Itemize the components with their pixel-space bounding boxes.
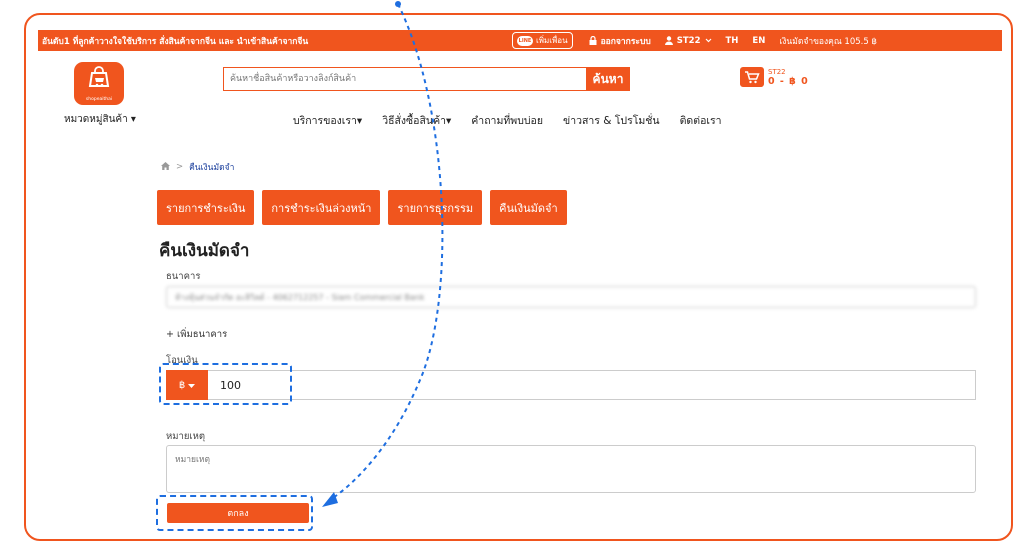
note-label: หมายเหตุ: [166, 431, 206, 442]
add-bank-link[interactable]: + เพิ่มธนาคาร: [166, 327, 227, 342]
app-frame: อันดับ1 ที่ลูกค้าวางใจใช้บริการ สั่งสินค…: [24, 13, 1013, 541]
cart-summary: ST22 0 - ฿ 0: [768, 67, 809, 87]
logo-text: shopeaithai: [85, 96, 113, 102]
logout-link[interactable]: ออกจากระบบ: [589, 34, 651, 48]
shopping-cart-icon: [740, 67, 764, 87]
user-icon: [664, 36, 673, 45]
search-button[interactable]: ค้นหา: [586, 67, 630, 91]
category-menu[interactable]: หมวดหมู่สินค้า ▾: [64, 112, 136, 127]
site-logo[interactable]: shopeaithai: [74, 62, 124, 105]
search-bar: ค้นหา: [223, 67, 630, 91]
lang-en[interactable]: EN: [752, 36, 765, 46]
tab-transactions[interactable]: รายการธุรกรรม: [388, 190, 483, 225]
tab-deposit-refund[interactable]: คืนเงินมัดจำ: [490, 190, 567, 225]
user-name: ST22: [676, 35, 701, 46]
nav-our-services[interactable]: บริการของเรา▾: [293, 112, 362, 129]
breadcrumb: > คืนเงินมัดจำ: [161, 160, 234, 174]
search-input[interactable]: [223, 67, 586, 91]
breadcrumb-separator: >: [176, 162, 184, 172]
lock-icon: [589, 36, 597, 45]
bank-select[interactable]: ห้างหุ้นส่วนจำกัด อะลิวิลด์ - 4062712257…: [166, 286, 976, 308]
shopping-bag-cart-icon: [84, 65, 114, 96]
page-title: คืนเงินมัดจำ: [159, 241, 250, 261]
lang-th[interactable]: TH: [726, 36, 739, 46]
amount-highlight-box: [159, 363, 292, 405]
tab-payments[interactable]: รายการชำระเงิน: [157, 190, 255, 225]
amount-input[interactable]: [208, 370, 976, 400]
line-icon: LINE: [517, 35, 533, 46]
top-bar-right: LINE เพิ่มเพื่อน ออกจากระบบ ST22 TH EN เ…: [512, 30, 891, 51]
nav-contact[interactable]: ติดต่อเรา: [680, 112, 722, 129]
logout-label: ออกจากระบบ: [600, 36, 651, 47]
nav-news-promotions[interactable]: ข่าวสาร & โปรโมชั่น: [563, 112, 660, 129]
home-icon[interactable]: [161, 161, 170, 173]
bank-select-value: ห้างหุ้นส่วนจำกัด อะลิวิลด์ - 4062712257…: [175, 292, 425, 302]
note-textarea[interactable]: [166, 445, 976, 493]
promo-text: อันดับ1 ที่ลูกค้าวางใจใช้บริการ สั่งสินค…: [42, 36, 309, 47]
main-nav: บริการของเรา▾ วิธีสั่งซื้อสินค้า▾ คำถามท…: [293, 112, 722, 129]
finance-tabs: รายการชำระเงิน การชำระเงินล่วงหน้า รายกา…: [157, 190, 567, 225]
line-add-friend-button[interactable]: LINE เพิ่มเพื่อน: [512, 32, 573, 49]
chevron-down-icon: [705, 38, 712, 43]
submit-highlight-box: [156, 495, 313, 531]
line-add-friend-label: เพิ่มเพื่อน: [536, 36, 568, 45]
tab-advance-payment[interactable]: การชำระเงินล่วงหน้า: [262, 190, 381, 225]
cart[interactable]: ST22 0 - ฿ 0: [740, 67, 809, 87]
breadcrumb-current: คืนเงินมัดจำ: [189, 163, 235, 173]
nav-faq[interactable]: คำถามที่พบบ่อย: [471, 112, 543, 129]
top-bar: อันดับ1 ที่ลูกค้าวางใจใช้บริการ สั่งสินค…: [38, 30, 1002, 51]
bank-label: ธนาคาร: [166, 271, 201, 282]
user-menu[interactable]: ST22: [664, 35, 712, 46]
nav-how-to-order[interactable]: วิธีสั่งซื้อสินค้า▾: [382, 112, 451, 129]
cart-amount: 0 - ฿ 0: [768, 76, 809, 87]
deposit-info: เงินมัดจำของคุณ 105.5 ฿: [779, 36, 877, 47]
